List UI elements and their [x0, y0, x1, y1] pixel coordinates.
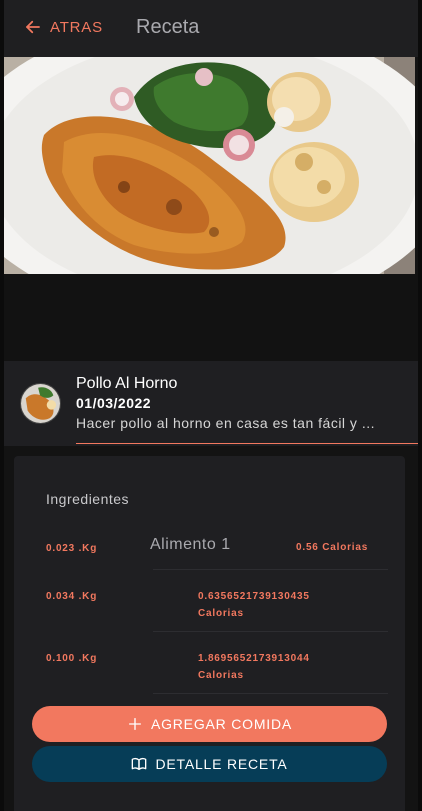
top-app-bar: ATRAS Receta: [4, 0, 418, 57]
add-food-label: AGREGAR COMIDA: [150, 716, 293, 732]
ingredients-title: Ingredientes: [46, 491, 130, 507]
row-divider: [153, 569, 388, 570]
recipe-detail-button[interactable]: DETALLE RECETA: [32, 746, 387, 782]
arrow-left-icon: [26, 20, 40, 34]
ingredient-quantity: 0.100 .Kg: [46, 653, 98, 664]
book-open-icon: [132, 757, 147, 770]
recipe-description: Hacer pollo al horno en casa es tan fáci…: [76, 415, 375, 431]
image-spacer: [4, 274, 418, 361]
row-divider: [153, 693, 388, 694]
calories-value: 1.8695652173913044: [198, 653, 310, 664]
recipe-title: Pollo Al Horno: [76, 375, 178, 392]
ingredient-quantity: 0.034 .Kg: [46, 591, 98, 602]
recipe-date: 01/03/2022: [76, 395, 152, 411]
ingredient-food: Alimento 1: [150, 536, 231, 553]
recipe-detail-label: DETALLE RECETA: [155, 756, 288, 772]
ingredient-calories: 0.56 Calorias: [296, 542, 369, 553]
plus-icon: [128, 718, 141, 730]
ingredients-card: Ingredientes 0.023 .Kg Alimento 1 0.56 C…: [14, 456, 405, 811]
recipe-image: [4, 57, 415, 274]
add-food-button[interactable]: AGREGAR COMIDA: [32, 706, 387, 742]
ingredient-calories: 1.8695652173913044 Calorias: [198, 650, 310, 684]
row-divider: [153, 631, 388, 632]
calories-unit: Calorias: [198, 608, 244, 619]
back-label: ATRAS: [50, 18, 103, 36]
ingredient-calories: 0.6356521739130435 Calorias: [198, 588, 310, 622]
ingredient-quantity: 0.023 .Kg: [46, 543, 98, 554]
recipe-avatar: [20, 383, 61, 424]
back-button[interactable]: ATRAS: [24, 18, 103, 36]
recipe-summary[interactable]: Pollo Al Horno 01/03/2022 Hacer pollo al…: [4, 361, 418, 446]
calories-unit: Calorias: [198, 670, 244, 681]
summary-divider: [76, 443, 418, 444]
page-title: Receta: [136, 16, 200, 38]
calories-value: 0.6356521739130435: [198, 591, 310, 602]
